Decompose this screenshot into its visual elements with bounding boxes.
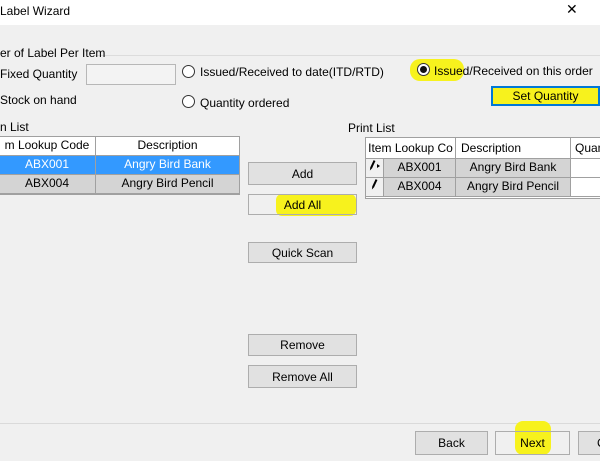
radio-quantity-ordered-label: Quantity ordered <box>200 96 290 110</box>
close-icon[interactable]: ✕ <box>566 1 578 18</box>
radio-itd-rtd-label: Issued/Received to date(ITD/RTD) <box>200 65 384 79</box>
back-button[interactable]: Back <box>415 431 488 455</box>
print-list-row-2-code[interactable]: ABX004 <box>384 178 456 197</box>
add-all-button[interactable]: Add All <box>248 194 357 215</box>
print-list-row-1-code[interactable]: ABX001 <box>384 159 456 178</box>
item-list-row-1-code[interactable]: ABX001 <box>0 156 96 175</box>
item-list-row-2-code[interactable]: ABX004 <box>0 175 96 194</box>
remove-all-button[interactable]: Remove All <box>248 365 357 388</box>
radio-this-order-label: Issued/Received on this order <box>434 64 593 78</box>
item-list-header-description[interactable]: Description <box>96 137 239 156</box>
pencil-icon <box>371 179 377 190</box>
quick-scan-button[interactable]: Quick Scan <box>248 242 357 263</box>
print-list-row-2-quantity[interactable] <box>571 178 600 197</box>
group-border <box>95 55 600 56</box>
remove-button[interactable]: Remove <box>248 334 357 356</box>
window-title: Label Wizard <box>0 4 71 18</box>
print-list-grid: Item Lookup Co Description Quan ABX001 A… <box>365 137 600 199</box>
title-bar: Label Wizard ✕ <box>0 0 600 25</box>
footer-divider <box>0 423 600 424</box>
radio-this-order-label-rest: /Received on this order <box>469 64 593 78</box>
group-title: er of Label Per Item <box>0 46 106 60</box>
radio-quantity-ordered[interactable] <box>182 95 195 108</box>
cancel-button[interactable]: C <box>578 431 600 455</box>
print-list-title: Print List <box>348 121 395 135</box>
print-list-row-1-description[interactable]: Angry Bird Bank <box>456 159 571 178</box>
fixed-quantity-input[interactable] <box>86 64 176 85</box>
fixed-quantity-label: Fixed Quantity <box>0 67 78 81</box>
set-quantity-button[interactable]: Set Quantity <box>491 86 600 106</box>
item-list-title: n List <box>0 120 29 134</box>
add-button[interactable]: Add <box>248 162 357 185</box>
item-list-grid: m Lookup Code Description ABX001 Angry B… <box>0 136 240 195</box>
radio-itd-rtd[interactable] <box>182 65 195 78</box>
item-list-row-1-description[interactable]: Angry Bird Bank <box>96 156 239 175</box>
pencil-icon <box>369 160 380 171</box>
print-list-row-1-quantity[interactable] <box>571 159 600 178</box>
print-list-header-code[interactable]: Item Lookup Co <box>366 138 456 159</box>
item-list-header-code[interactable]: m Lookup Code <box>0 137 96 156</box>
print-list-header-description[interactable]: Description <box>456 138 571 159</box>
stock-on-hand-label: Stock on hand <box>0 93 77 107</box>
row-1-edit-indicator <box>366 159 384 178</box>
row-2-edit-indicator <box>366 178 384 197</box>
print-list-row-2-description[interactable]: Angry Bird Pencil <box>456 178 571 197</box>
radio-issued-received-on-this-order[interactable] <box>417 63 430 76</box>
item-list-row-2-description[interactable]: Angry Bird Pencil <box>96 175 239 194</box>
next-button[interactable]: Next <box>495 431 570 455</box>
radio-this-order-label-highlight: Issued <box>434 64 470 78</box>
print-list-header-quantity[interactable]: Quan <box>571 138 600 159</box>
